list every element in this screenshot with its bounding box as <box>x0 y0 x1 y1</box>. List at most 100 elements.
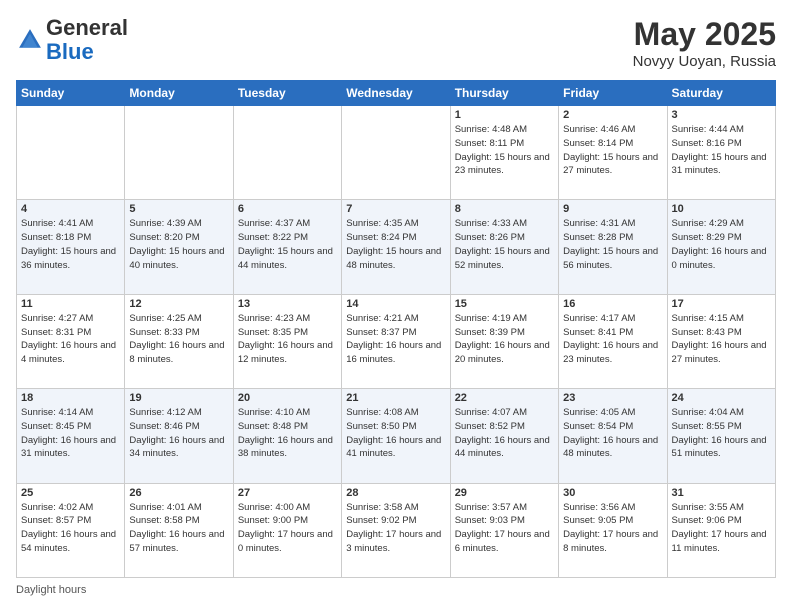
day-info: Sunrise: 4:33 AM Sunset: 8:26 PM Dayligh… <box>455 217 554 272</box>
table-row: 3 Sunrise: 4:44 AM Sunset: 8:16 PM Daylig… <box>667 106 775 200</box>
table-row: 31 Sunrise: 3:55 AM Sunset: 9:06 PM Dayli… <box>667 483 775 577</box>
day-number: 2 <box>563 109 662 121</box>
day-info: Sunrise: 4:19 AM Sunset: 8:39 PM Dayligh… <box>455 312 554 367</box>
logo: General Blue <box>16 16 128 64</box>
table-row <box>342 106 450 200</box>
calendar-table: Sunday Monday Tuesday Wednesday Thursday… <box>16 80 776 578</box>
day-info: Sunrise: 4:00 AM Sunset: 9:00 PM Dayligh… <box>238 501 337 556</box>
header: General Blue May 2025 Novyy Uoyan, Russi… <box>16 16 776 70</box>
day-info: Sunrise: 4:05 AM Sunset: 8:54 PM Dayligh… <box>563 406 662 461</box>
day-info: Sunrise: 4:07 AM Sunset: 8:52 PM Dayligh… <box>455 406 554 461</box>
day-number: 31 <box>672 487 771 499</box>
table-row: 22 Sunrise: 4:07 AM Sunset: 8:52 PM Dayli… <box>450 389 558 483</box>
day-number: 10 <box>672 203 771 215</box>
day-number: 6 <box>238 203 337 215</box>
table-row: 20 Sunrise: 4:10 AM Sunset: 8:48 PM Dayli… <box>233 389 341 483</box>
day-info: Sunrise: 4:31 AM Sunset: 8:28 PM Dayligh… <box>563 217 662 272</box>
col-wednesday: Wednesday <box>342 81 450 106</box>
table-row: 30Sunrise: 3:56 AM Sunset: 9:05 PM Dayli… <box>559 483 667 577</box>
day-number: 5 <box>129 203 228 215</box>
day-number: 16 <box>563 298 662 310</box>
day-number: 24 <box>672 392 771 404</box>
day-number: 22 <box>455 392 554 404</box>
day-number: 23 <box>563 392 662 404</box>
logo-blue: Blue <box>46 39 94 64</box>
calendar-week-row: 18Sunrise: 4:14 AM Sunset: 8:45 PM Dayli… <box>17 389 776 483</box>
day-info: Sunrise: 4:25 AM Sunset: 8:33 PM Dayligh… <box>129 312 228 367</box>
table-row: 4 Sunrise: 4:41 AM Sunset: 8:18 PM Daylig… <box>17 200 125 294</box>
table-row: 24 Sunrise: 4:04 AM Sunset: 8:55 PM Dayli… <box>667 389 775 483</box>
day-number: 27 <box>238 487 337 499</box>
day-info: Sunrise: 4:08 AM Sunset: 8:50 PM Dayligh… <box>346 406 445 461</box>
table-row: 9 Sunrise: 4:31 AM Sunset: 8:28 PM Daylig… <box>559 200 667 294</box>
table-row: 8 Sunrise: 4:33 AM Sunset: 8:26 PM Daylig… <box>450 200 558 294</box>
day-number: 7 <box>346 203 445 215</box>
day-number: 12 <box>129 298 228 310</box>
table-row <box>125 106 233 200</box>
table-row: 21 Sunrise: 4:08 AM Sunset: 8:50 PM Dayli… <box>342 389 450 483</box>
day-info: Sunrise: 4:02 AM Sunset: 8:57 PM Dayligh… <box>21 501 120 556</box>
col-friday: Friday <box>559 81 667 106</box>
day-number: 30 <box>563 487 662 499</box>
table-row: 26 Sunrise: 4:01 AM Sunset: 8:58 PM Dayli… <box>125 483 233 577</box>
day-info: Sunrise: 3:58 AM Sunset: 9:02 PM Dayligh… <box>346 501 445 556</box>
calendar-week-row: 25Sunrise: 4:02 AM Sunset: 8:57 PM Dayli… <box>17 483 776 577</box>
day-info: Sunrise: 4:44 AM Sunset: 8:16 PM Dayligh… <box>672 123 771 178</box>
footer-note: Daylight hours <box>16 584 776 596</box>
day-info: Sunrise: 4:17 AM Sunset: 8:41 PM Dayligh… <box>563 312 662 367</box>
day-info: Sunrise: 4:21 AM Sunset: 8:37 PM Dayligh… <box>346 312 445 367</box>
day-number: 14 <box>346 298 445 310</box>
day-number: 1 <box>455 109 554 121</box>
table-row <box>17 106 125 200</box>
page: General Blue May 2025 Novyy Uoyan, Russi… <box>0 0 792 612</box>
calendar-header-row: Sunday Monday Tuesday Wednesday Thursday… <box>17 81 776 106</box>
logo-text: General Blue <box>46 16 128 64</box>
day-info: Sunrise: 4:01 AM Sunset: 8:58 PM Dayligh… <box>129 501 228 556</box>
day-info: Sunrise: 4:35 AM Sunset: 8:24 PM Dayligh… <box>346 217 445 272</box>
day-number: 13 <box>238 298 337 310</box>
day-info: Sunrise: 4:04 AM Sunset: 8:55 PM Dayligh… <box>672 406 771 461</box>
col-tuesday: Tuesday <box>233 81 341 106</box>
title-block: May 2025 Novyy Uoyan, Russia <box>633 16 776 70</box>
table-row: 17Sunrise: 4:15 AM Sunset: 8:43 PM Dayli… <box>667 294 775 388</box>
table-row: 7 Sunrise: 4:35 AM Sunset: 8:24 PM Daylig… <box>342 200 450 294</box>
logo-icon <box>16 26 44 54</box>
table-row: 23 Sunrise: 4:05 AM Sunset: 8:54 PM Dayli… <box>559 389 667 483</box>
table-row: 6 Sunrise: 4:37 AM Sunset: 8:22 PM Daylig… <box>233 200 341 294</box>
day-number: 28 <box>346 487 445 499</box>
day-info: Sunrise: 4:15 AM Sunset: 8:43 PM Dayligh… <box>672 312 771 367</box>
table-row: 14 Sunrise: 4:21 AM Sunset: 8:37 PM Dayli… <box>342 294 450 388</box>
day-info: Sunrise: 4:39 AM Sunset: 8:20 PM Dayligh… <box>129 217 228 272</box>
table-row: 18Sunrise: 4:14 AM Sunset: 8:45 PM Dayli… <box>17 389 125 483</box>
day-info: Sunrise: 4:41 AM Sunset: 8:18 PM Dayligh… <box>21 217 120 272</box>
day-info: Sunrise: 4:37 AM Sunset: 8:22 PM Dayligh… <box>238 217 337 272</box>
title-location: Novyy Uoyan, Russia <box>633 53 776 70</box>
day-number: 11 <box>21 298 120 310</box>
day-number: 4 <box>21 203 120 215</box>
col-saturday: Saturday <box>667 81 775 106</box>
day-info: Sunrise: 4:10 AM Sunset: 8:48 PM Dayligh… <box>238 406 337 461</box>
table-row: 28 Sunrise: 3:58 AM Sunset: 9:02 PM Dayli… <box>342 483 450 577</box>
day-info: Sunrise: 4:29 AM Sunset: 8:29 PM Dayligh… <box>672 217 771 272</box>
day-number: 20 <box>238 392 337 404</box>
day-number: 9 <box>563 203 662 215</box>
day-info: Sunrise: 4:46 AM Sunset: 8:14 PM Dayligh… <box>563 123 662 178</box>
day-number: 21 <box>346 392 445 404</box>
col-sunday: Sunday <box>17 81 125 106</box>
day-number: 15 <box>455 298 554 310</box>
table-row: 5 Sunrise: 4:39 AM Sunset: 8:20 PM Daylig… <box>125 200 233 294</box>
day-number: 26 <box>129 487 228 499</box>
day-info: Sunrise: 4:14 AM Sunset: 8:45 PM Dayligh… <box>21 406 120 461</box>
table-row: 16 Sunrise: 4:17 AM Sunset: 8:41 PM Dayli… <box>559 294 667 388</box>
table-row: 15 Sunrise: 4:19 AM Sunset: 8:39 PM Dayli… <box>450 294 558 388</box>
day-info: Sunrise: 3:55 AM Sunset: 9:06 PM Dayligh… <box>672 501 771 556</box>
day-number: 8 <box>455 203 554 215</box>
table-row: 19Sunrise: 4:12 AM Sunset: 8:46 PM Dayli… <box>125 389 233 483</box>
day-number: 3 <box>672 109 771 121</box>
calendar-week-row: 4 Sunrise: 4:41 AM Sunset: 8:18 PM Daylig… <box>17 200 776 294</box>
day-number: 19 <box>129 392 228 404</box>
table-row: 1Sunrise: 4:48 AM Sunset: 8:11 PM Daylig… <box>450 106 558 200</box>
table-row: 2 Sunrise: 4:46 AM Sunset: 8:14 PM Daylig… <box>559 106 667 200</box>
table-row: 27 Sunrise: 4:00 AM Sunset: 9:00 PM Dayli… <box>233 483 341 577</box>
calendar-week-row: 1Sunrise: 4:48 AM Sunset: 8:11 PM Daylig… <box>17 106 776 200</box>
